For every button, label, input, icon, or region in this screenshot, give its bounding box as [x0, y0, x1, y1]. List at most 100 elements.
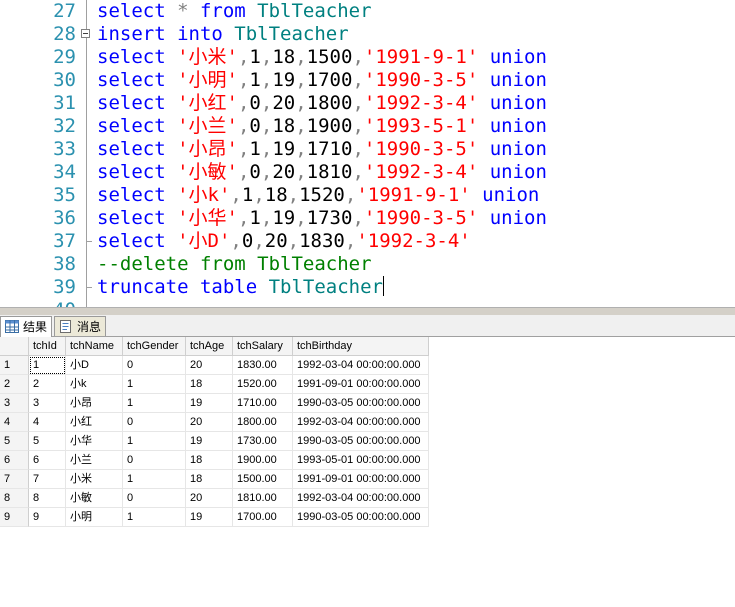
table-cell[interactable]: 小华 [66, 432, 123, 451]
table-cell[interactable]: 1991-09-01 00:00:00.000 [293, 375, 429, 394]
corner-cell[interactable] [0, 337, 29, 356]
code-text[interactable]: select '小华',1,19,1730,'1990-3-5' union [97, 207, 547, 230]
table-cell[interactable]: 1830.00 [233, 356, 293, 375]
pane-splitter[interactable] [0, 307, 735, 315]
table-cell[interactable]: 1990-03-05 00:00:00.000 [293, 394, 429, 413]
code-text[interactable]: --delete from TblTeacher [97, 253, 372, 276]
table-cell[interactable]: 0 [123, 413, 186, 432]
code-line[interactable]: 37 select '小D',0,20,1830,'1992-3-4' [0, 230, 735, 253]
column-header[interactable]: tchSalary [233, 337, 293, 356]
row-number[interactable]: 1 [0, 356, 29, 375]
table-cell[interactable]: 1 [29, 356, 66, 375]
tab-messages[interactable]: 消息 [54, 316, 106, 336]
table-cell[interactable]: 小红 [66, 413, 123, 432]
code-line[interactable]: 40 [0, 299, 735, 307]
table-cell[interactable]: 小明 [66, 508, 123, 527]
code-line[interactable]: 34 select '小敏',0,20,1810,'1992-3-4' union [0, 161, 735, 184]
sql-editor[interactable]: 27 select * from TblTeacher 28 insert into … [0, 0, 735, 307]
code-line[interactable]: 39 truncate table TblTeacher [0, 276, 735, 299]
table-cell[interactable]: 小D [66, 356, 123, 375]
code-line[interactable]: 38 --delete from TblTeacher [0, 253, 735, 276]
table-cell[interactable]: 1500.00 [233, 470, 293, 489]
table-cell[interactable]: 1992-03-04 00:00:00.000 [293, 489, 429, 508]
table-cell[interactable]: 20 [186, 489, 233, 508]
table-cell[interactable]: 1 [123, 375, 186, 394]
code-text[interactable]: select '小米',1,18,1500,'1991-9-1' union [97, 46, 547, 69]
table-cell[interactable]: 1990-03-05 00:00:00.000 [293, 508, 429, 527]
table-cell[interactable]: 0 [123, 489, 186, 508]
table-cell[interactable]: 1992-03-04 00:00:00.000 [293, 356, 429, 375]
table-cell[interactable]: 1993-05-01 00:00:00.000 [293, 451, 429, 470]
table-cell[interactable]: 1800.00 [233, 413, 293, 432]
code-text[interactable]: select '小昂',1,19,1710,'1990-3-5' union [97, 138, 547, 161]
table-cell[interactable]: 1520.00 [233, 375, 293, 394]
table-cell[interactable]: 小k [66, 375, 123, 394]
table-cell[interactable]: 1 [123, 394, 186, 413]
table-cell[interactable]: 19 [186, 508, 233, 527]
table-cell[interactable]: 1 [123, 432, 186, 451]
code-text[interactable]: insert into TblTeacher [97, 23, 349, 46]
table-cell[interactable]: 18 [186, 470, 233, 489]
table-cell[interactable]: 1900.00 [233, 451, 293, 470]
table-cell[interactable]: 8 [29, 489, 66, 508]
code-line[interactable]: 32 select '小兰',0,18,1900,'1993-5-1' union [0, 115, 735, 138]
code-line[interactable]: 36 select '小华',1,19,1730,'1990-3-5' union [0, 207, 735, 230]
table-cell[interactable]: 19 [186, 394, 233, 413]
table-cell[interactable]: 小敏 [66, 489, 123, 508]
table-cell[interactable]: 1992-03-04 00:00:00.000 [293, 413, 429, 432]
row-number[interactable]: 8 [0, 489, 29, 508]
table-cell[interactable]: 20 [186, 356, 233, 375]
code-text[interactable]: select '小兰',0,18,1900,'1993-5-1' union [97, 115, 547, 138]
table-cell[interactable]: 1710.00 [233, 394, 293, 413]
row-number[interactable]: 5 [0, 432, 29, 451]
row-number[interactable]: 9 [0, 508, 29, 527]
table-cell[interactable]: 3 [29, 394, 66, 413]
table-cell[interactable]: 9 [29, 508, 66, 527]
row-number[interactable]: 6 [0, 451, 29, 470]
column-header[interactable]: tchName [66, 337, 123, 356]
code-line[interactable]: 35 select '小k',1,18,1520,'1991-9-1' union [0, 184, 735, 207]
table-cell[interactable]: 小兰 [66, 451, 123, 470]
code-line[interactable]: 27 select * from TblTeacher [0, 0, 735, 23]
row-number[interactable]: 4 [0, 413, 29, 432]
table-cell[interactable]: 小米 [66, 470, 123, 489]
tab-results[interactable]: 结果 [0, 316, 52, 337]
row-number[interactable]: 2 [0, 375, 29, 394]
table-cell[interactable]: 20 [186, 413, 233, 432]
code-text[interactable]: truncate table TblTeacher [97, 276, 384, 299]
table-cell[interactable]: 0 [123, 356, 186, 375]
table-cell[interactable]: 1990-03-05 00:00:00.000 [293, 432, 429, 451]
code-text[interactable]: select '小红',0,20,1800,'1992-3-4' union [97, 92, 547, 115]
code-line[interactable]: 29 select '小米',1,18,1500,'1991-9-1' union [0, 46, 735, 69]
table-cell[interactable]: 5 [29, 432, 66, 451]
column-header[interactable]: tchId [29, 337, 66, 356]
table-cell[interactable]: 1810.00 [233, 489, 293, 508]
column-header[interactable]: tchAge [186, 337, 233, 356]
row-number[interactable]: 3 [0, 394, 29, 413]
table-cell[interactable]: 4 [29, 413, 66, 432]
code-text[interactable]: select '小D',0,20,1830,'1992-3-4' [97, 230, 471, 253]
table-cell[interactable]: 1 [123, 470, 186, 489]
table-cell[interactable]: 1700.00 [233, 508, 293, 527]
code-line[interactable]: 28 insert into TblTeacher [0, 23, 735, 46]
table-cell[interactable]: 6 [29, 451, 66, 470]
table-cell[interactable]: 1730.00 [233, 432, 293, 451]
code-text[interactable]: select '小明',1,19,1700,'1990-3-5' union [97, 69, 547, 92]
row-number[interactable]: 7 [0, 470, 29, 489]
column-header[interactable]: tchGender [123, 337, 186, 356]
code-line[interactable]: 33 select '小昂',1,19,1710,'1990-3-5' union [0, 138, 735, 161]
table-cell[interactable]: 1991-09-01 00:00:00.000 [293, 470, 429, 489]
table-cell[interactable]: 小昂 [66, 394, 123, 413]
code-text[interactable]: select '小k',1,18,1520,'1991-9-1' union [97, 184, 539, 207]
code-text[interactable]: select '小敏',0,20,1810,'1992-3-4' union [97, 161, 547, 184]
code-line[interactable]: 30 select '小明',1,19,1700,'1990-3-5' union [0, 69, 735, 92]
code-text[interactable]: select * from TblTeacher [97, 0, 372, 23]
code-line[interactable]: 31 select '小红',0,20,1800,'1992-3-4' union [0, 92, 735, 115]
table-cell[interactable]: 1 [123, 508, 186, 527]
table-cell[interactable]: 0 [123, 451, 186, 470]
table-cell[interactable]: 2 [29, 375, 66, 394]
table-cell[interactable]: 18 [186, 375, 233, 394]
column-header[interactable]: tchBirthday [293, 337, 429, 356]
table-cell[interactable]: 7 [29, 470, 66, 489]
table-cell[interactable]: 18 [186, 451, 233, 470]
